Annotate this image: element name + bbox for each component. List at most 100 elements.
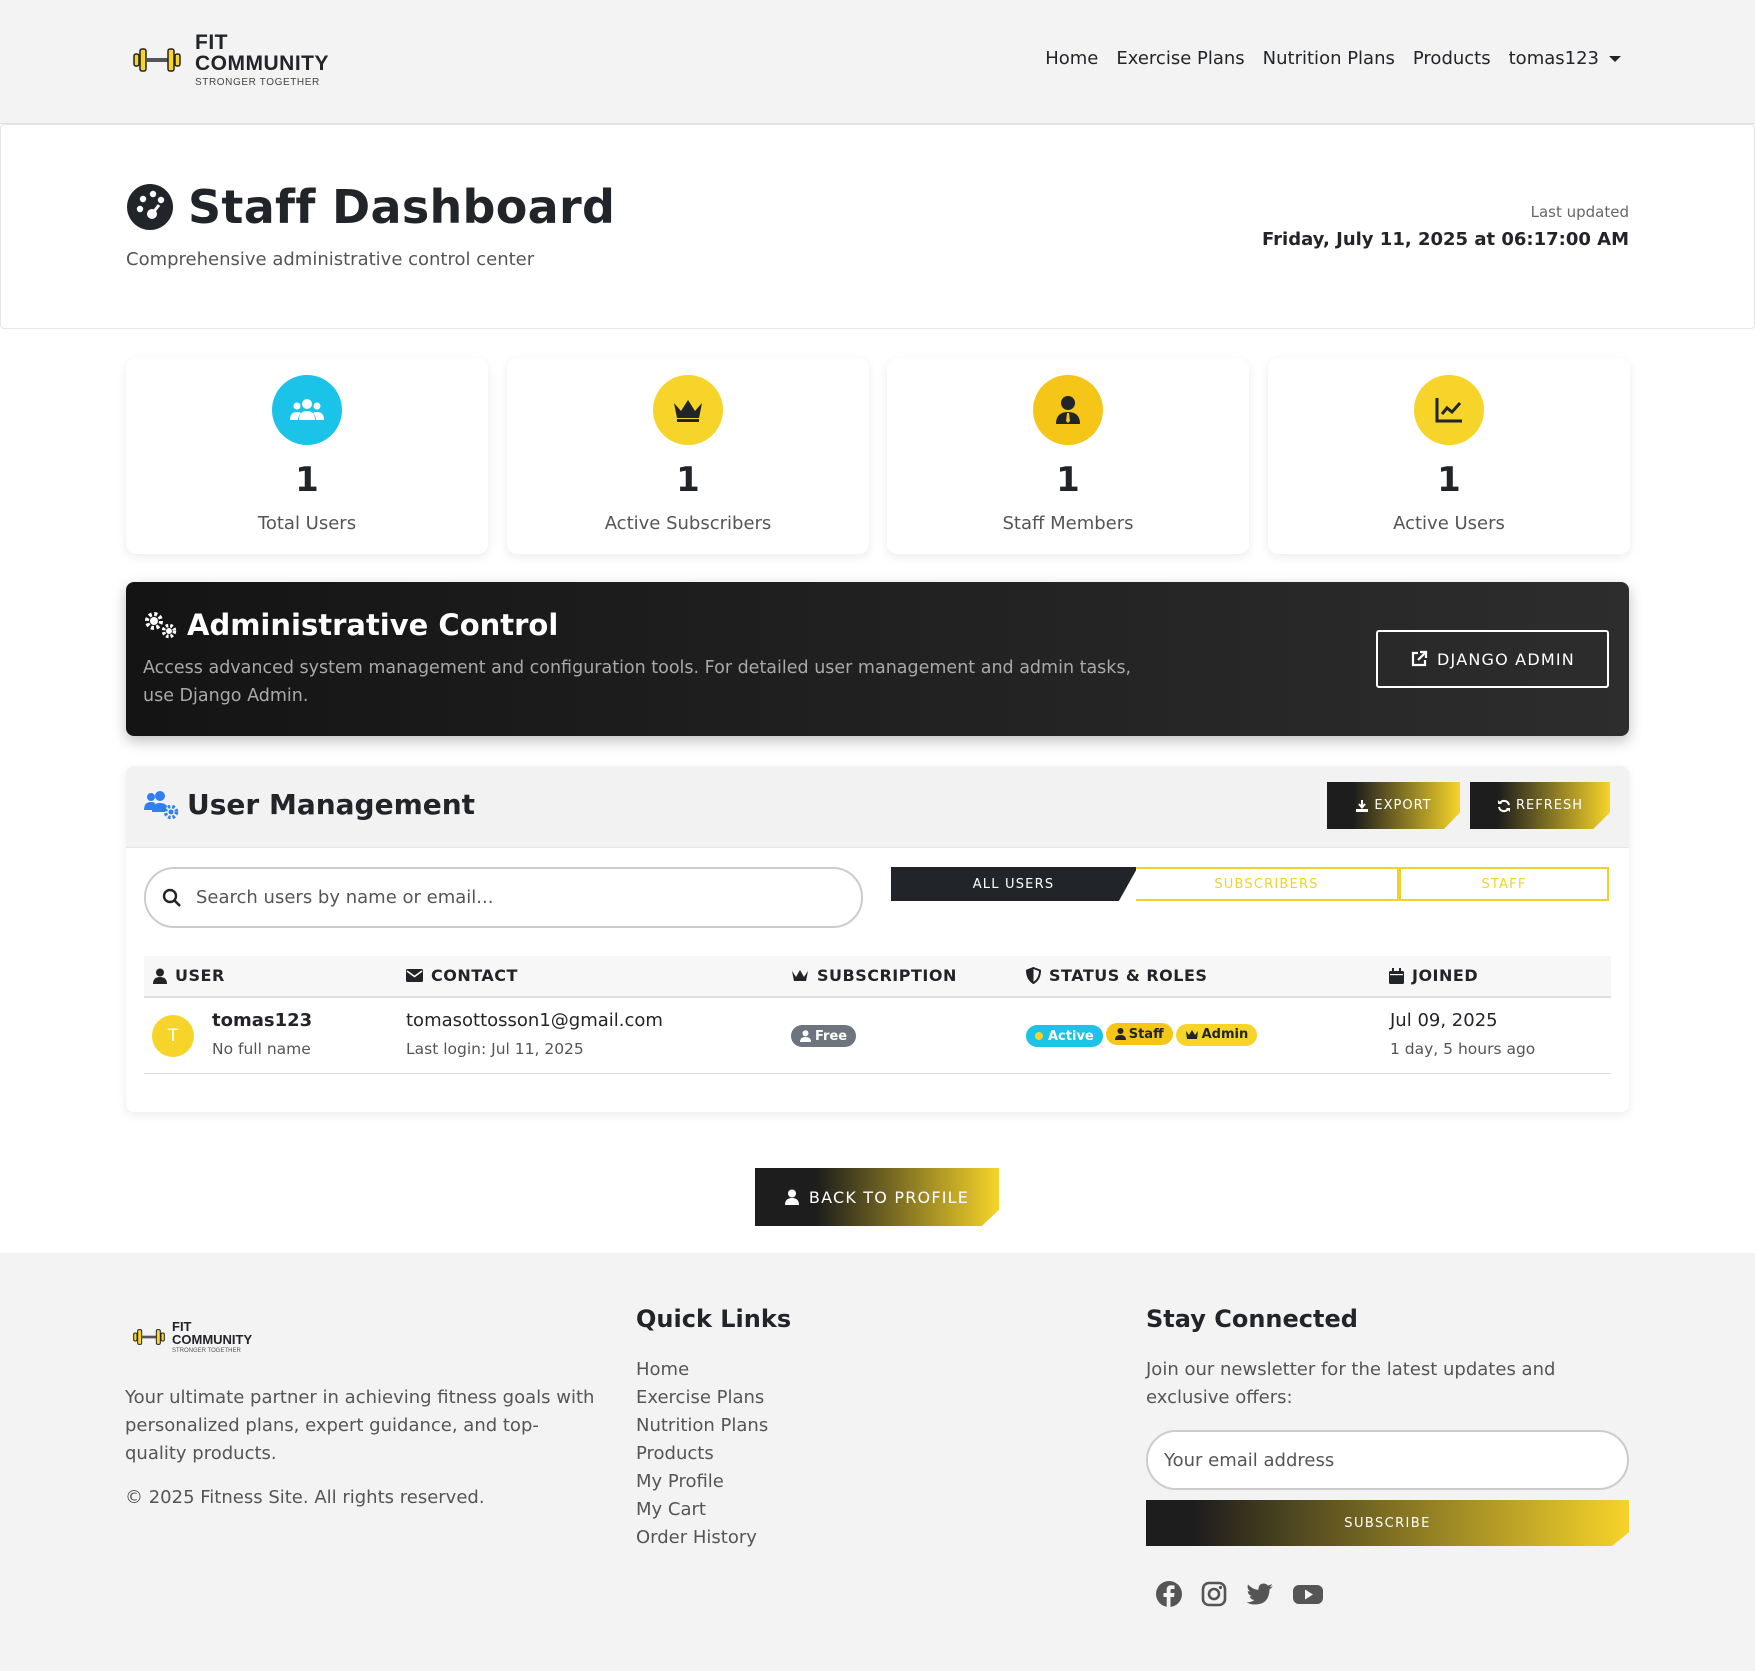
tab-all-users[interactable]: ALL USERS	[891, 867, 1136, 901]
facebook-icon[interactable]	[1155, 1580, 1183, 1612]
footer-link-home[interactable]: Home	[636, 1356, 768, 1384]
page-subtitle: Comprehensive administrative control cen…	[126, 249, 535, 270]
footer-link-my-profile[interactable]: My Profile	[636, 1468, 768, 1496]
users-table: USER CONTACT SUBSCRIPTION STATUS & ROLES…	[144, 956, 1611, 1074]
footer-logo[interactable]: FIT COMMUNITY STRONGER TOGETHER	[133, 1320, 252, 1354]
search-icon	[162, 888, 181, 907]
tab-subscribers[interactable]: SUBSCRIBERS	[1136, 867, 1399, 901]
user-icon	[153, 968, 167, 984]
email-placeholder: Your email address	[1164, 1449, 1335, 1471]
stat-card-staff-members: 1 Staff Members	[887, 358, 1249, 554]
youtube-icon[interactable]	[1292, 1580, 1324, 1612]
crown-icon	[653, 375, 723, 445]
django-admin-label: DJANGO ADMIN	[1437, 649, 1575, 669]
nav-exercise-plans[interactable]: Exercise Plans	[1116, 48, 1244, 69]
refresh-button[interactable]: REFRESH	[1470, 782, 1610, 829]
last-login: Last login: Jul 11, 2025	[406, 1040, 584, 1058]
django-admin-button[interactable]: DJANGO ADMIN	[1376, 630, 1609, 688]
footer-link-order-history[interactable]: Order History	[636, 1524, 768, 1552]
admin-description: Access advanced system management and co…	[143, 658, 1132, 706]
col-contact: CONTACT	[431, 966, 518, 985]
joined-ago: 1 day, 5 hours ago	[1390, 1040, 1536, 1058]
stay-connected-title: Stay Connected	[1146, 1305, 1358, 1333]
twitter-icon[interactable]	[1245, 1580, 1275, 1612]
stat-value: 1	[295, 460, 319, 500]
user-management-title: User Management	[187, 788, 476, 821]
instagram-icon[interactable]	[1200, 1580, 1228, 1612]
user-tie-icon	[1114, 1028, 1126, 1040]
quick-links-title: Quick Links	[636, 1305, 792, 1333]
admin-title: Administrative Control	[187, 608, 559, 642]
col-user: USER	[175, 966, 225, 985]
last-updated: Last updated Friday, July 11, 2025 at 06…	[1262, 203, 1629, 250]
role-staff-label: Staff	[1128, 1026, 1164, 1042]
page-header: Staff Dashboard Comprehensive administra…	[0, 124, 1755, 329]
last-updated-label: Last updated	[1530, 203, 1629, 221]
quick-links: Home Exercise Plans Nutrition Plans Prod…	[636, 1356, 768, 1552]
brand-line2: COMMUNITY	[195, 52, 329, 75]
back-to-profile-button[interactable]: BACK TO PROFILE	[755, 1168, 999, 1226]
chart-line-icon	[1414, 375, 1484, 445]
full-name: No full name	[212, 1040, 311, 1058]
stat-value: 1	[676, 460, 700, 500]
search-input[interactable]: Search users by name or email...	[144, 867, 863, 928]
role-admin-label: Admin	[1201, 1027, 1249, 1042]
table-row[interactable]: T tomas123 No full name tomasottosson1@g…	[144, 998, 1611, 1074]
nav-nutrition-plans[interactable]: Nutrition Plans	[1263, 48, 1395, 69]
users-cog-icon	[144, 790, 179, 819]
stat-card-total-users: 1 Total Users	[126, 358, 488, 554]
crown-icon	[1185, 1030, 1198, 1039]
stat-label: Active Users	[1393, 513, 1505, 534]
username: tomas123	[212, 1010, 313, 1031]
user-dropdown[interactable]: tomas123	[1509, 48, 1621, 69]
user-email: tomasottosson1@gmail.com	[406, 1010, 663, 1031]
footer-link-products[interactable]: Products	[636, 1440, 768, 1468]
stat-label: Total Users	[257, 513, 357, 534]
user-filter-tabs: ALL USERS SUBSCRIBERS STAFF	[891, 867, 1609, 901]
avatar: T	[152, 1015, 194, 1057]
stat-card-active-users: 1 Active Users	[1268, 358, 1630, 554]
navbar: FIT COMMUNITY STRONGER TOGETHER Home Exe…	[0, 0, 1755, 124]
download-icon	[1356, 799, 1369, 812]
status-active-label: Active	[1048, 1028, 1094, 1044]
footer-copyright: © 2025 Fitness Site. All rights reserved…	[125, 1487, 485, 1508]
nav-products[interactable]: Products	[1413, 48, 1491, 69]
dumbbell-icon	[133, 48, 181, 72]
status-badge-active: Active	[1026, 1025, 1103, 1047]
export-label: EXPORT	[1374, 798, 1432, 813]
back-to-profile-label: BACK TO PROFILE	[808, 1187, 970, 1207]
footer-description: Your ultimate partner in achieving fitne…	[125, 1387, 595, 1464]
users-icon	[272, 375, 342, 445]
subscribe-button[interactable]: SUBSCRIBE	[1146, 1500, 1629, 1546]
brand-logo[interactable]: FIT COMMUNITY STRONGER TOGETHER	[133, 32, 329, 88]
role-badge-staff: Staff	[1105, 1023, 1173, 1045]
dumbbell-icon	[133, 1329, 165, 1345]
user-tie-icon	[1033, 375, 1103, 445]
footer-link-my-cart[interactable]: My Cart	[636, 1496, 768, 1524]
main-nav: Home Exercise Plans Nutrition Plans Prod…	[1027, 48, 1621, 69]
col-joined: JOINED	[1412, 966, 1479, 985]
search-placeholder: Search users by name or email...	[196, 887, 494, 908]
brand-tagline: STRONGER TOGETHER	[195, 77, 320, 88]
export-button[interactable]: EXPORT	[1327, 782, 1460, 829]
footer: FIT COMMUNITY STRONGER TOGETHER Your ult…	[0, 1253, 1755, 1671]
envelope-icon	[406, 969, 423, 982]
newsletter-text: Join our newsletter for the latest updat…	[1146, 1359, 1556, 1408]
nav-home[interactable]: Home	[1045, 48, 1098, 69]
footer-link-nutrition-plans[interactable]: Nutrition Plans	[636, 1412, 768, 1440]
subscription-label: Free	[815, 1028, 848, 1044]
joined-date: Jul 09, 2025	[1390, 1010, 1498, 1031]
shield-icon	[1026, 967, 1041, 984]
user-icon	[784, 1189, 799, 1205]
tab-staff[interactable]: STAFF	[1399, 867, 1609, 901]
crown-icon	[792, 969, 808, 981]
brand-line1: FIT	[195, 31, 228, 54]
footer-link-exercise-plans[interactable]: Exercise Plans	[636, 1384, 768, 1412]
col-status-roles: STATUS & ROLES	[1049, 966, 1208, 985]
col-subscription: SUBSCRIPTION	[817, 966, 957, 985]
newsletter-email-input[interactable]: Your email address	[1146, 1430, 1629, 1490]
stat-label: Active Subscribers	[604, 513, 772, 534]
stat-value: 1	[1437, 460, 1461, 500]
refresh-label: REFRESH	[1516, 798, 1583, 813]
social-links	[1155, 1580, 1341, 1612]
